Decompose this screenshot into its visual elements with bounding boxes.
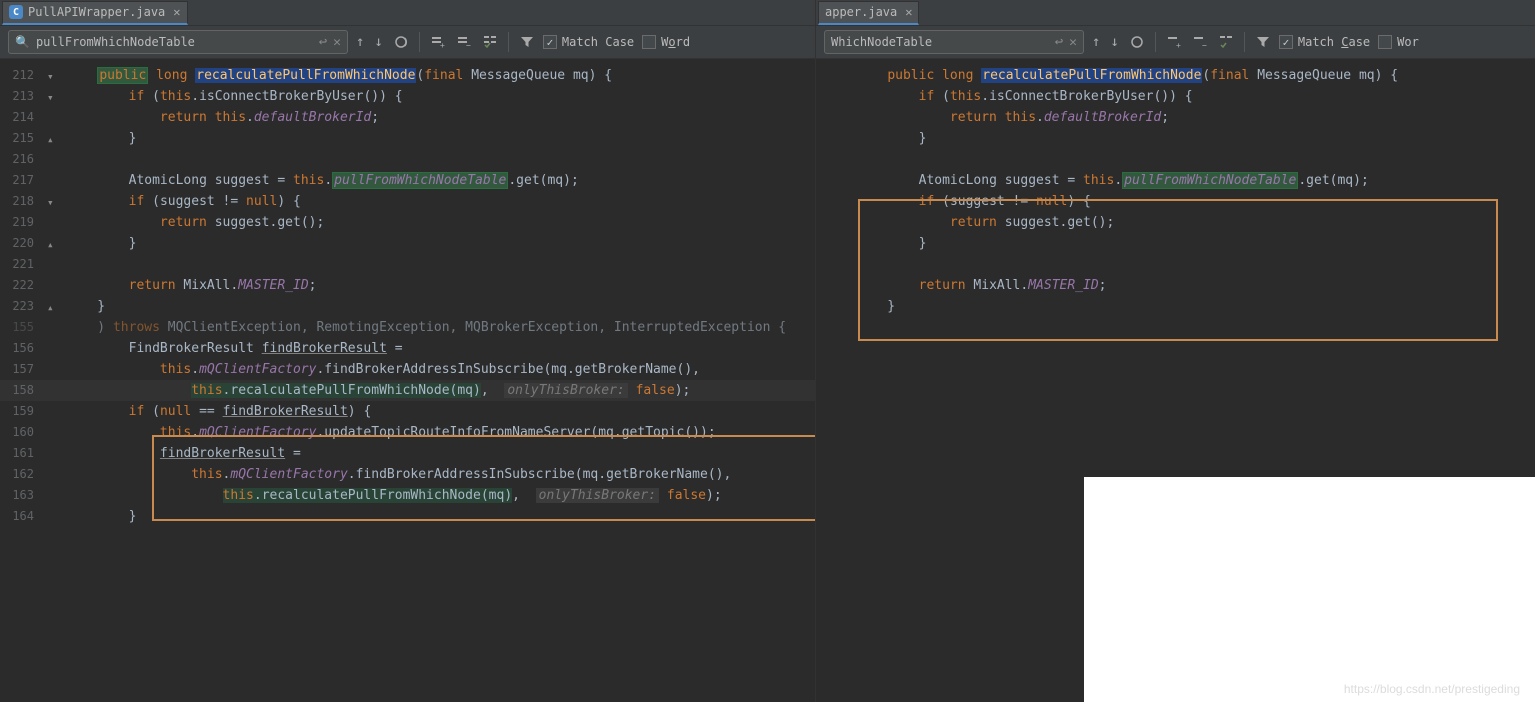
- close-icon[interactable]: ✕: [170, 5, 180, 19]
- svg-text:+: +: [440, 41, 445, 50]
- filter-icon[interactable]: [519, 34, 535, 50]
- select-all-icon[interactable]: [482, 34, 498, 50]
- enter-icon[interactable]: ↩: [1055, 34, 1063, 50]
- svg-text:−: −: [466, 41, 471, 50]
- search-field[interactable]: 🔍 ↩ ✕: [8, 30, 348, 54]
- code-editor-right[interactable]: public long recalculatePullFromWhichNode…: [816, 59, 1535, 702]
- match-case-option[interactable]: Match Case: [1279, 35, 1370, 49]
- class-file-icon: C: [9, 5, 23, 19]
- add-selection-icon[interactable]: +: [1166, 34, 1182, 50]
- tab-bar: apper.java ✕: [816, 0, 1535, 25]
- prev-match-icon[interactable]: ↑: [356, 34, 364, 50]
- prev-match-icon[interactable]: ↑: [1092, 34, 1100, 50]
- svg-text:−: −: [1202, 41, 1207, 50]
- file-tab-left[interactable]: C PullAPIWrapper.java ✕: [2, 1, 188, 25]
- find-actions: ↑ ↓ + −: [1092, 32, 1271, 52]
- clear-search-icon[interactable]: ✕: [333, 35, 341, 50]
- svg-text:+: +: [1176, 41, 1181, 50]
- checkbox-icon: [642, 35, 656, 49]
- find-toolbar: ↩ ✕ ↑ ↓ + − Match Case Wor: [816, 25, 1535, 59]
- word-option[interactable]: Wor: [1378, 35, 1419, 49]
- next-match-icon[interactable]: ↓: [1110, 34, 1118, 50]
- right-editor-pane: apper.java ✕ ↩ ✕ ↑ ↓ + − Match Case Wor: [815, 0, 1535, 702]
- code-editor-left[interactable]: 212 public long recalculatePullFromWhich…: [0, 59, 815, 702]
- next-match-icon[interactable]: ↓: [374, 34, 382, 50]
- select-all-occurrences-icon[interactable]: [1129, 34, 1145, 50]
- tab-bar: C PullAPIWrapper.java ✕: [0, 0, 815, 25]
- search-input[interactable]: [831, 35, 1049, 49]
- word-option[interactable]: Word: [642, 35, 690, 49]
- tab-label: apper.java: [825, 5, 897, 19]
- checkbox-icon: [543, 35, 557, 49]
- filter-icon[interactable]: [1255, 34, 1271, 50]
- add-selection-icon[interactable]: +: [430, 34, 446, 50]
- search-icon: 🔍: [15, 35, 30, 49]
- search-field[interactable]: ↩ ✕: [824, 30, 1084, 54]
- enter-icon[interactable]: ↩: [319, 34, 327, 50]
- select-all-icon[interactable]: [1218, 34, 1234, 50]
- blank-panel: [1084, 477, 1535, 702]
- select-all-occurrences-icon[interactable]: [393, 34, 409, 50]
- file-tab-right[interactable]: apper.java ✕: [818, 1, 919, 25]
- remove-selection-icon[interactable]: −: [456, 34, 472, 50]
- close-icon[interactable]: ✕: [902, 5, 912, 19]
- watermark-text: https://blog.csdn.net/prestigeding: [1344, 682, 1520, 696]
- search-input[interactable]: [36, 35, 313, 49]
- find-actions: ↑ ↓ + −: [356, 32, 535, 52]
- clear-search-icon[interactable]: ✕: [1069, 35, 1077, 50]
- checkbox-icon: [1378, 35, 1392, 49]
- tab-label: PullAPIWrapper.java: [28, 5, 165, 19]
- checkbox-icon: [1279, 35, 1293, 49]
- line-number: 212: [0, 65, 48, 86]
- left-editor-pane: C PullAPIWrapper.java ✕ 🔍 ↩ ✕ ↑ ↓ + − Ma…: [0, 0, 815, 702]
- remove-selection-icon[interactable]: −: [1192, 34, 1208, 50]
- match-case-option[interactable]: Match Match CaseCase: [543, 35, 634, 49]
- find-toolbar: 🔍 ↩ ✕ ↑ ↓ + − Match Match CaseCase Word: [0, 25, 815, 59]
